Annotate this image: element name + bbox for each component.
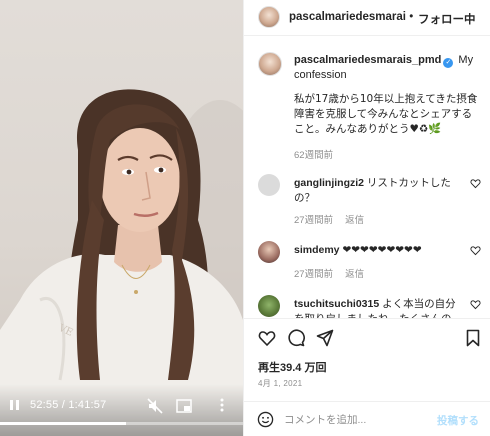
video-controls: 52:55 / 1:41:57 <box>0 384 243 436</box>
comment-text: simdemy ❤❤❤❤❤❤❤❤❤ <box>294 243 459 258</box>
post-header: pascalmariedesmarai • フォロー中 <box>244 0 490 36</box>
header-separator: • <box>406 11 414 23</box>
more-options-icon[interactable] <box>214 398 230 412</box>
reply-button[interactable]: 返信 <box>345 269 364 280</box>
video-frame-person: VE <box>0 89 243 436</box>
comment-text: ganglinjingzi2 リストカットしたの？ <box>294 176 459 206</box>
caption-body: 私が17歳から10年以上抱えてきた摂食障害を克服して今みんなとシェアすること。み… <box>294 93 478 135</box>
comment-text: tsuchitsuchi0315 よく本当の自分を取り戻しましたね。たくさんの困… <box>294 297 459 318</box>
video-time: 52:55 / 1:41:57 <box>30 399 106 411</box>
comment-meta: 27週間前 返信 <box>294 266 376 280</box>
current-time: 52:55 <box>30 399 59 411</box>
commenter-avatar[interactable] <box>258 174 280 196</box>
comment-username[interactable]: ganglinjingzi2 <box>294 177 364 189</box>
verified-badge-icon: ✓ <box>443 58 454 68</box>
emoji-icon[interactable] <box>257 411 274 428</box>
caption-timestamp: 62週間前 <box>294 150 334 161</box>
commenter-avatar[interactable] <box>258 241 280 263</box>
comments-scroll-area[interactable]: pascalmariedesmarais_pmd ✓ My confession … <box>244 37 490 318</box>
author-avatar[interactable] <box>258 6 280 28</box>
author-username[interactable]: pascalmariedesmarai • <box>289 11 413 23</box>
save-bookmark-icon[interactable] <box>464 329 482 347</box>
commenter-avatar[interactable] <box>258 295 280 317</box>
video-player[interactable]: VE 52:55 / 1:41:57 <box>0 0 243 436</box>
comment-meta: 27週間前 返信 <box>294 212 376 226</box>
caption-author-avatar[interactable] <box>258 52 282 76</box>
pause-icon[interactable] <box>8 398 22 412</box>
post-details-panel: pascalmariedesmarai • フォロー中 pascalmaried… <box>243 0 490 436</box>
post-comment-button[interactable]: 投稿する <box>437 413 479 428</box>
post-date: 4月 1, 2021 <box>258 379 303 388</box>
video-progress-fill <box>0 422 127 425</box>
caption-header: pascalmariedesmarais_pmd ✓ My confession <box>294 53 482 83</box>
video-progress-bar[interactable] <box>0 422 243 425</box>
comment-input[interactable] <box>284 411 424 429</box>
comment-username[interactable]: simdemy <box>294 244 340 256</box>
comment-bubble-icon[interactable] <box>287 329 305 347</box>
add-comment-bar: 投稿する <box>244 401 490 436</box>
time-separator: / <box>58 399 69 411</box>
comment-username[interactable]: tsuchitsuchi0315 <box>294 298 379 310</box>
caption-username[interactable]: pascalmariedesmarais_pmd <box>294 54 441 66</box>
view-count[interactable]: 再生39.4 万回 <box>258 359 326 375</box>
like-heart-icon[interactable] <box>258 329 276 347</box>
like-comment-heart-icon[interactable] <box>470 245 481 256</box>
post-actions: 再生39.4 万回 4月 1, 2021 投稿する <box>244 318 490 436</box>
duration: 1:41:57 <box>68 399 107 411</box>
comment-time: 27週間前 <box>294 215 334 226</box>
mute-icon[interactable] <box>147 398 163 414</box>
reply-button[interactable]: 返信 <box>345 215 364 226</box>
instagram-post-window: VE 52:55 / 1:41:57 pascalmariedesmarai •… <box>0 0 490 436</box>
comment-body: ❤❤❤❤❤❤❤❤❤ <box>339 244 422 256</box>
picture-in-picture-icon[interactable] <box>176 399 192 413</box>
following-button[interactable]: フォロー中 <box>418 11 476 27</box>
share-paper-plane-icon[interactable] <box>316 329 334 347</box>
author-username-text: pascalmariedesmarai <box>289 11 406 23</box>
like-comment-heart-icon[interactable] <box>470 299 481 310</box>
comment-time: 27週間前 <box>294 269 334 280</box>
like-comment-heart-icon[interactable] <box>470 178 481 189</box>
